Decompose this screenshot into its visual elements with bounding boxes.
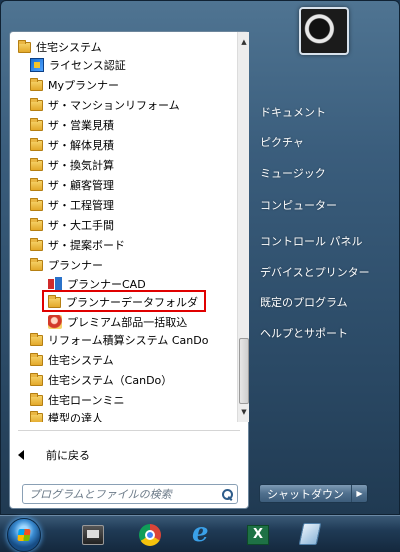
highlight-annotation-box bbox=[42, 290, 206, 312]
program-label: ザ・提案ボード bbox=[48, 239, 125, 252]
search-placeholder: プログラムとファイルの検索 bbox=[29, 488, 172, 501]
program-item-folder[interactable]: リフォーム積算システム CanDo bbox=[30, 331, 208, 349]
folder-icon bbox=[30, 217, 43, 231]
program-item-folder[interactable]: ザ・マンションリフォーム bbox=[30, 96, 180, 114]
right-menu-control-panel[interactable]: コントロール パネル bbox=[260, 233, 363, 249]
folder-icon bbox=[30, 157, 43, 171]
start-menu: 住宅システム ライセンス認証 Myプランナー ザ・マンションリフォーム ザ・営業… bbox=[0, 0, 400, 515]
program-label: 住宅システム（CanDo） bbox=[48, 374, 173, 387]
program-item-folder[interactable]: 住宅システム bbox=[30, 351, 114, 369]
program-label: ライセンス認証 bbox=[49, 59, 126, 72]
program-label: プランナー bbox=[48, 259, 103, 272]
program-label: ザ・マンションリフォーム bbox=[48, 99, 180, 112]
scroll-down-arrow-icon[interactable]: ▼ bbox=[238, 404, 250, 420]
license-app-icon bbox=[30, 58, 44, 72]
program-item-license[interactable]: ライセンス認証 bbox=[30, 56, 126, 74]
program-item-folder[interactable]: 住宅ローンミニ bbox=[30, 391, 124, 409]
folder-icon bbox=[30, 137, 43, 151]
folder-icon bbox=[30, 372, 43, 386]
folder-icon bbox=[30, 410, 43, 422]
scroll-thumb[interactable] bbox=[239, 338, 249, 404]
folder-icon bbox=[18, 39, 31, 53]
excel-icon[interactable]: X bbox=[247, 525, 269, 545]
taskbar: e X bbox=[0, 515, 400, 552]
internet-explorer-icon[interactable]: e bbox=[192, 520, 218, 546]
back-label: 前に戻る bbox=[46, 449, 90, 462]
programs-scrollbar[interactable]: ▲ ▼ bbox=[237, 32, 249, 422]
shutdown-button[interactable]: シャットダウン bbox=[260, 485, 351, 502]
folder-icon bbox=[30, 352, 43, 366]
program-item-folder[interactable]: ザ・工程管理 bbox=[30, 196, 114, 214]
divider bbox=[18, 430, 240, 431]
right-menu-default-programs[interactable]: 既定のプログラム bbox=[260, 294, 348, 310]
premium-app-icon bbox=[48, 315, 62, 329]
program-label: Myプランナー bbox=[48, 79, 120, 92]
shutdown-options-arrow-icon[interactable]: ▶ bbox=[351, 485, 367, 502]
program-label: 住宅システム bbox=[48, 354, 114, 367]
right-menu-help-support[interactable]: ヘルプとサポート bbox=[260, 325, 348, 341]
folder-icon bbox=[30, 392, 43, 406]
program-label: 住宅システム bbox=[36, 41, 102, 54]
chrome-icon[interactable] bbox=[139, 524, 161, 546]
program-label: 模型の達人 bbox=[48, 412, 103, 422]
program-item-folder[interactable]: 住宅システム bbox=[18, 38, 102, 56]
folder-icon bbox=[30, 197, 43, 211]
folder-icon bbox=[30, 257, 43, 271]
program-label: リフォーム積算システム CanDo bbox=[48, 334, 209, 347]
scroll-up-arrow-icon[interactable]: ▲ bbox=[238, 34, 250, 50]
other-app-icon[interactable] bbox=[298, 523, 322, 545]
program-label: プレミアム部品一括取込 bbox=[67, 316, 188, 329]
right-menu-music[interactable]: ミュージック bbox=[260, 165, 326, 181]
right-menu-documents[interactable]: ドキュメント bbox=[260, 104, 326, 120]
program-item-premium[interactable]: プレミアム部品一括取込 bbox=[48, 313, 187, 331]
program-item-folder[interactable]: ザ・換気計算 bbox=[30, 156, 114, 174]
search-icon[interactable] bbox=[221, 488, 233, 500]
back-button[interactable]: 前に戻る bbox=[18, 446, 90, 464]
cad-app-icon bbox=[48, 277, 62, 291]
right-menu-computer[interactable]: コンピューター bbox=[260, 197, 337, 213]
program-label: ザ・換気計算 bbox=[48, 159, 114, 172]
right-menu-devices-printers[interactable]: デバイスとプリンター bbox=[260, 264, 370, 280]
program-label: ザ・営業見積 bbox=[48, 119, 114, 132]
program-item-folder[interactable]: ザ・提案ボード bbox=[30, 236, 125, 254]
folder-icon bbox=[30, 117, 43, 131]
program-item-folder[interactable]: ザ・営業見積 bbox=[30, 116, 114, 134]
program-item-folder[interactable]: 住宅システム（CanDo） bbox=[30, 371, 172, 389]
program-label: ザ・大工手間 bbox=[48, 219, 114, 232]
folder-icon bbox=[30, 332, 43, 346]
program-label: ザ・解体見積 bbox=[48, 139, 114, 152]
right-menu-pictures[interactable]: ピクチャ bbox=[260, 134, 304, 150]
program-item-folder[interactable]: Myプランナー bbox=[30, 76, 119, 94]
program-label: ザ・顧客管理 bbox=[48, 179, 114, 192]
folder-icon bbox=[30, 177, 43, 191]
explorer-icon[interactable] bbox=[82, 525, 104, 545]
user-picture[interactable] bbox=[299, 7, 349, 55]
shutdown-button-group: シャットダウン ▶ bbox=[259, 484, 368, 503]
folder-icon bbox=[30, 77, 43, 91]
program-item-folder[interactable]: ザ・解体見積 bbox=[30, 136, 114, 154]
start-orb-icon[interactable] bbox=[7, 518, 41, 552]
programs-list: 住宅システム ライセンス認証 Myプランナー ザ・マンションリフォーム ザ・営業… bbox=[10, 32, 235, 422]
program-item-folder[interactable]: 模型の達人 bbox=[30, 409, 103, 422]
program-item-folder[interactable]: プランナー bbox=[30, 256, 103, 274]
program-label: 住宅ローンミニ bbox=[48, 394, 125, 407]
search-input[interactable]: プログラムとファイルの検索 bbox=[22, 484, 238, 504]
program-item-folder[interactable]: ザ・顧客管理 bbox=[30, 176, 114, 194]
folder-icon bbox=[30, 237, 43, 251]
program-item-folder[interactable]: ザ・大工手間 bbox=[30, 216, 114, 234]
back-arrow-icon bbox=[18, 450, 24, 460]
programs-pane: 住宅システム ライセンス認証 Myプランナー ザ・マンションリフォーム ザ・営業… bbox=[9, 31, 249, 509]
program-label: ザ・工程管理 bbox=[48, 199, 114, 212]
folder-icon bbox=[30, 97, 43, 111]
